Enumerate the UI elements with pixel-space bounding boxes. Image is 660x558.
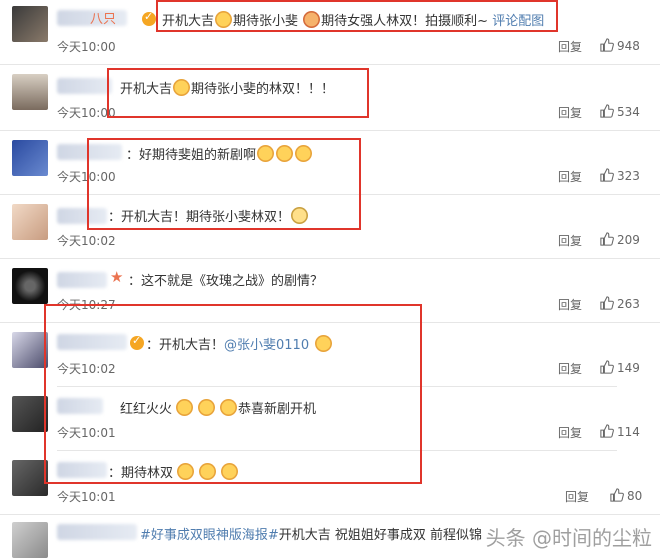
timestamp: 今天10:00 <box>57 40 116 54</box>
avatar[interactable] <box>12 74 48 110</box>
like-count: 948 <box>617 39 640 53</box>
username[interactable] <box>57 524 137 540</box>
watermark: 头条 @时间的尘粒 <box>485 526 652 550</box>
comment-text: ：这不就是《玫瑰之战》的剧情？ <box>128 274 324 289</box>
like-count: 263 <box>617 297 640 311</box>
reply-button[interactable]: 回复 <box>558 424 582 441</box>
comment-text: #好事成双眼神版海报#开机大吉 祝姐姐好事成双 前程似锦 <box>140 528 483 543</box>
timestamp: 今天10:01 <box>57 490 116 504</box>
highlight-box <box>107 68 369 118</box>
thumbs-up-icon <box>600 168 614 182</box>
reply-button[interactable]: 回复 <box>558 296 582 313</box>
like-button[interactable]: 149 <box>600 360 640 375</box>
like-button[interactable]: 323 <box>600 168 640 183</box>
avatar[interactable] <box>12 522 48 558</box>
reply-button[interactable]: 回复 <box>558 38 582 55</box>
verified-icon <box>142 10 156 26</box>
divider <box>0 258 660 259</box>
thumbs-up-icon <box>600 38 614 52</box>
highlight-box <box>87 138 361 230</box>
like-button[interactable]: 114 <box>600 424 640 439</box>
reply-button[interactable]: 回复 <box>558 168 582 185</box>
username[interactable] <box>57 78 112 94</box>
thumbs-up-icon <box>600 424 614 438</box>
timestamp: 今天10:02 <box>57 234 116 248</box>
like-count: 534 <box>617 105 640 119</box>
like-count: 209 <box>617 233 640 247</box>
like-count: 114 <box>617 425 640 439</box>
reply-button[interactable]: 回复 <box>558 232 582 249</box>
reply-button[interactable]: 回复 <box>558 360 582 377</box>
thumbs-up-icon <box>600 296 614 310</box>
highlight-box <box>44 304 422 484</box>
hashtag-link[interactable]: #好事成双眼神版海报# <box>140 528 279 543</box>
like-button[interactable]: 263 <box>600 296 640 311</box>
star-icon: ★ <box>110 268 124 286</box>
like-count: 323 <box>617 169 640 183</box>
avatar[interactable] <box>12 140 48 176</box>
username-partial[interactable]: 八只 <box>90 8 116 27</box>
avatar[interactable] <box>12 396 48 432</box>
like-button[interactable]: 948 <box>600 38 640 53</box>
avatar[interactable] <box>12 268 48 304</box>
like-button[interactable]: 534 <box>600 104 640 119</box>
divider <box>0 514 660 515</box>
reply-button[interactable]: 回复 <box>565 488 589 505</box>
avatar[interactable] <box>12 332 48 368</box>
highlight-box <box>156 0 558 32</box>
avatar[interactable] <box>12 460 48 496</box>
like-button[interactable]: 209 <box>600 232 640 247</box>
like-button[interactable]: 80 <box>610 488 642 503</box>
like-count: 149 <box>617 361 640 375</box>
divider <box>0 130 660 131</box>
thumbs-up-icon <box>600 232 614 246</box>
comment-list-page: { "comments": [ {"pre": "", "text": "开机大… <box>0 0 660 558</box>
avatar[interactable] <box>12 204 48 240</box>
reply-button[interactable]: 回复 <box>558 104 582 121</box>
thumbs-up-icon <box>600 360 614 374</box>
divider <box>0 64 660 65</box>
username[interactable] <box>57 272 107 288</box>
avatar[interactable] <box>12 6 48 42</box>
thumbs-up-icon <box>610 488 624 502</box>
like-count: 80 <box>627 489 643 503</box>
thumbs-up-icon <box>600 104 614 118</box>
